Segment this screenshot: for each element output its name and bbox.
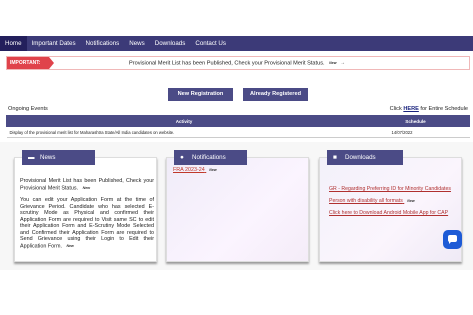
new-badge: New	[209, 167, 217, 172]
click-suffix: for Entire Schedule	[418, 106, 468, 112]
new-badge: New	[329, 61, 337, 65]
notification-text[interactable]: FRA 2023-24	[173, 167, 205, 173]
nav-important-dates[interactable]: Important Dates	[27, 36, 81, 51]
download-link[interactable]: Person with disability all formats New	[329, 198, 464, 204]
important-text[interactable]: Provisional Merit List has been Publishe…	[129, 57, 345, 69]
activity-header: Activity	[6, 115, 362, 127]
download-link[interactable]: Click here to Download Android Mobile Ap…	[329, 210, 464, 216]
schedule-link-line: Click HERE for Entire Schedule	[390, 106, 468, 112]
events-table: Activity Schedule Display of the provisi…	[6, 115, 470, 138]
table-row: Display of the provisional merit list fo…	[6, 126, 470, 138]
new-badge: New	[66, 244, 74, 249]
news-header: ▬ News	[22, 150, 95, 165]
main-nav: Home Important Dates Notifications News …	[0, 36, 473, 51]
downloads-header: ■ Downloads	[327, 150, 403, 165]
nav-home[interactable]: Home	[0, 36, 27, 51]
important-message[interactable]: Provisional Merit List has been Publishe…	[129, 60, 325, 66]
schedule-header: Schedule	[361, 115, 470, 127]
download-link[interactable]: GR - Regarding Preferring ID for Minorit…	[329, 186, 464, 192]
nav-notifications[interactable]: Notifications	[81, 36, 125, 51]
notification-link[interactable]: FRA 2023-24 New	[173, 167, 217, 173]
new-badge: New	[407, 198, 415, 203]
news-list: Provisional Merit List has been Publishe…	[20, 178, 154, 255]
new-registration-button[interactable]: New Registration	[168, 88, 233, 101]
nav-downloads[interactable]: Downloads	[150, 36, 191, 51]
news-item-text[interactable]: You can edit your Application Form at th…	[20, 197, 154, 250]
downloads-list: GR - Regarding Preferring ID for Minorit…	[329, 186, 464, 222]
nav-news[interactable]: News	[124, 36, 149, 51]
bottom-blank	[0, 270, 473, 315]
download-text[interactable]: Person with disability all formats	[329, 198, 403, 204]
list-item[interactable]: Provisional Merit List has been Publishe…	[20, 178, 154, 192]
already-registered-button[interactable]: Already Registered	[243, 88, 308, 101]
list-item[interactable]: You can edit your Application Form at th…	[20, 197, 154, 250]
important-banner: IMPORTANT: Provisional Merit List has be…	[6, 56, 470, 70]
important-label: IMPORTANT:	[7, 57, 54, 69]
schedule-cell: 14/07/2022	[361, 126, 470, 138]
schedule-here-link[interactable]: HERE	[403, 106, 419, 112]
top-blank	[0, 0, 473, 36]
news-title: News	[40, 154, 56, 161]
notifications-header: ● Notifications	[174, 150, 247, 165]
chat-icon[interactable]	[443, 230, 462, 249]
arrow-icon: →	[340, 60, 346, 67]
ongoing-events-title: Ongoing Events	[8, 106, 48, 112]
newspaper-icon: ▬	[28, 154, 35, 161]
nav-contact-us[interactable]: Contact Us	[190, 36, 231, 51]
bell-icon: ●	[180, 154, 184, 161]
downloads-title: Downloads	[345, 154, 376, 161]
activity-cell: Display of the provisional merit list fo…	[6, 126, 362, 138]
download-icon: ■	[333, 154, 337, 161]
click-prefix: Click	[389, 106, 404, 112]
notifications-title: Notifications	[192, 154, 226, 161]
new-badge: New	[82, 185, 91, 190]
